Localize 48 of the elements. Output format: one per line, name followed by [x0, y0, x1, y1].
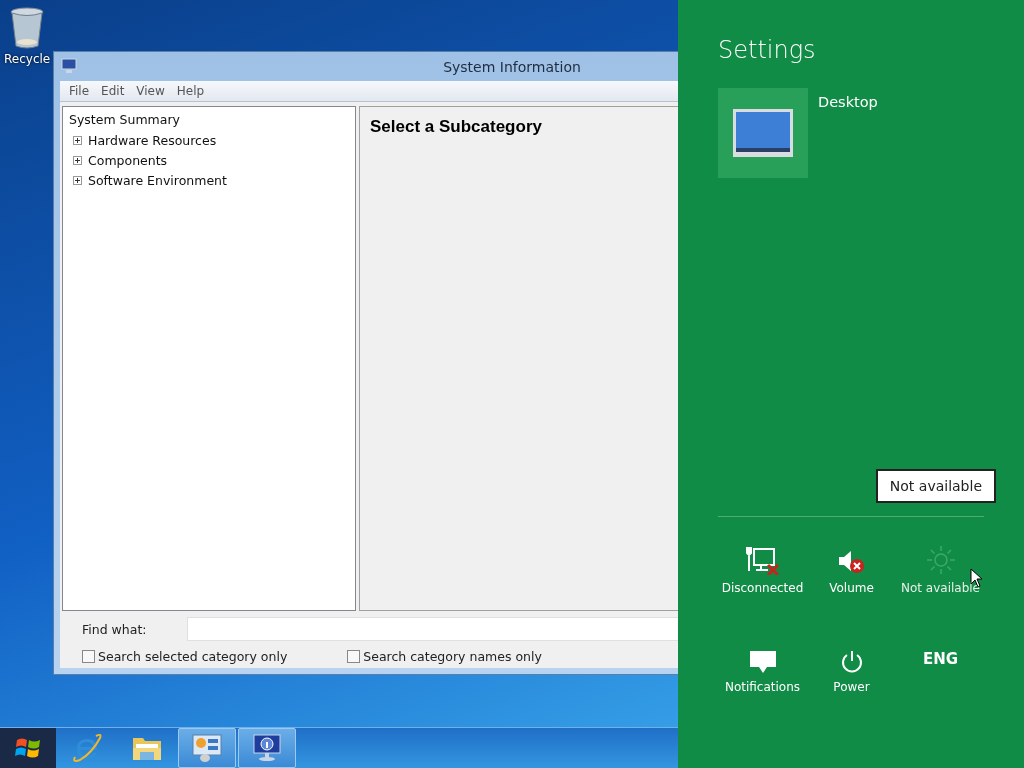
quick-setting-label: Disconnected	[721, 581, 804, 595]
tile-label[interactable]: Desktop	[818, 88, 878, 178]
detail-heading: Select a Subcategory	[370, 117, 542, 136]
checkbox[interactable]	[347, 650, 361, 663]
quick-setting-button[interactable]: Volume	[807, 537, 896, 614]
network-disconnected-icon	[745, 545, 780, 575]
checkbox-label[interactable]: Search category names only	[363, 649, 542, 664]
tree-item[interactable]: Components	[88, 152, 168, 168]
expander-icon[interactable]	[73, 135, 82, 145]
desktop-tile[interactable]	[718, 88, 808, 178]
tree-item[interactable]: System Summary	[69, 110, 349, 130]
power-icon	[839, 650, 864, 674]
tooltip: Not available	[875, 469, 996, 503]
monitor-icon[interactable]	[61, 58, 77, 74]
menu-item[interactable]: View	[131, 84, 170, 98]
quick-setting-button[interactable]: Power	[807, 636, 896, 713]
quick-setting-label: Notifications	[724, 680, 801, 694]
expander-icon[interactable]	[73, 175, 82, 185]
quick-setting-button[interactable]: Notifications	[718, 636, 807, 713]
checkbox[interactable]	[82, 650, 95, 663]
monitor-icon	[732, 108, 794, 158]
taskbar-button[interactable]	[238, 728, 296, 768]
quick-setting-button[interactable]: Disconnected	[718, 537, 807, 614]
tree-item[interactable]: Hardware Resources	[88, 132, 217, 148]
expander-icon[interactable]	[73, 155, 82, 165]
speaker-muted-icon	[836, 549, 867, 575]
desktop-icon-label[interactable]: Recycle	[4, 52, 51, 66]
taskbar-button[interactable]	[178, 728, 236, 768]
trash-bin-icon[interactable]	[9, 6, 46, 50]
language-indicator: ENG	[922, 650, 959, 670]
quick-setting-button[interactable]: ENG	[896, 636, 985, 713]
menu-item[interactable]: Help	[171, 84, 210, 98]
monitor-info-icon	[251, 733, 283, 763]
quick-setting-label: Not available	[901, 581, 980, 595]
menu-item[interactable]: File	[64, 84, 95, 98]
quick-setting-label: Volume	[829, 581, 874, 595]
start-button[interactable]	[0, 728, 56, 768]
tree-item[interactable]: Software Environment	[88, 172, 227, 188]
quick-setting-label: Power	[833, 680, 870, 694]
speech-bubble-icon	[748, 650, 777, 674]
browser-e-icon	[72, 733, 102, 763]
panel-title: Settings	[718, 36, 817, 64]
checkbox-label[interactable]: Search selected category only	[98, 649, 288, 664]
menu-item[interactable]: Edit	[96, 84, 130, 98]
find-label: Find what:	[82, 621, 147, 637]
window-title: System Information	[443, 58, 581, 75]
sun-icon	[925, 545, 956, 575]
control-panel-icon	[191, 733, 223, 763]
